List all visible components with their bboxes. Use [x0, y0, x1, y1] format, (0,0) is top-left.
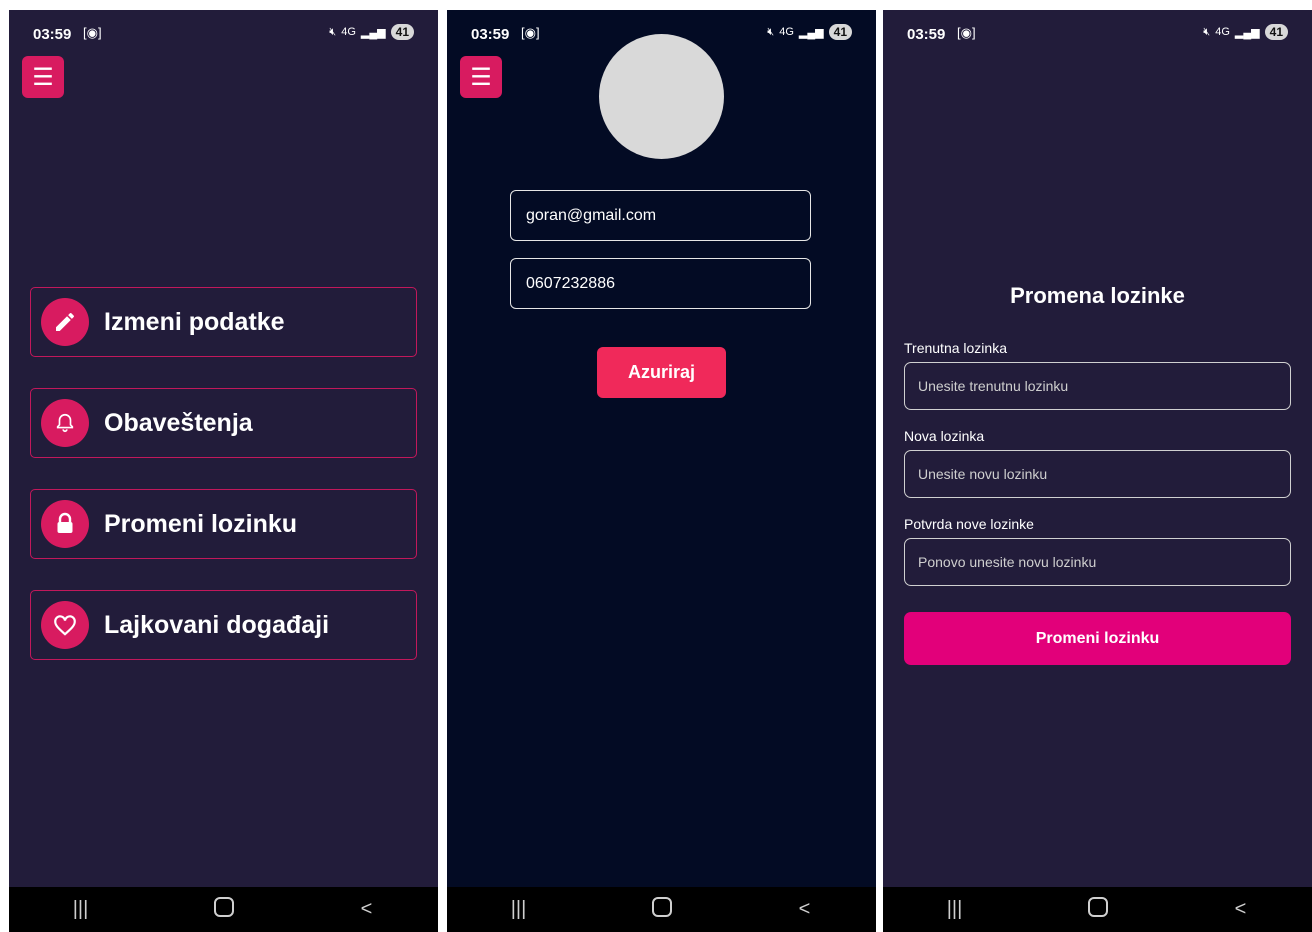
signal-bars-icon: ▂▄▆ — [1234, 26, 1260, 39]
profile-avatar[interactable] — [599, 34, 724, 159]
back-button[interactable]: < — [337, 898, 397, 921]
status-time: 03:59 — [33, 26, 72, 43]
menu-item-label: Izmeni podatke — [104, 307, 285, 336]
menu-item-change-password[interactable]: Promeni lozinku — [30, 489, 417, 559]
pencil-icon — [41, 298, 89, 346]
recents-button[interactable]: ||| — [489, 898, 549, 921]
status-icons: 🔇︎ 4G ▂▄▆ 41 — [767, 24, 852, 40]
signal-bars-icon: ▂▄▆ — [798, 26, 824, 39]
current-password-label: Trenutna lozinka — [904, 340, 1007, 356]
home-button[interactable] — [632, 896, 692, 923]
phone-screen-edit-profile: 03:59 [◉] 🔇︎ 4G ▂▄▆ 41 ☰ Azuriraj ||| < — [447, 10, 876, 932]
menu-item-edit-data[interactable]: Izmeni podatke — [30, 287, 417, 357]
hamburger-menu-button[interactable]: ☰ — [460, 56, 502, 98]
menu-item-liked-events[interactable]: Lajkovani događaji — [30, 590, 417, 660]
recents-button[interactable]: ||| — [51, 898, 111, 921]
hamburger-menu-button[interactable]: ☰ — [22, 56, 64, 98]
new-password-label: Nova lozinka — [904, 428, 985, 444]
menu-item-label: Promeni lozinku — [104, 509, 298, 538]
email-field[interactable] — [510, 190, 811, 241]
status-bar: 03:59 [◉] 🔇︎ 4G ▂▄▆ 41 — [33, 24, 414, 46]
phone-screen-menu: 03:59 [◉] 🔇︎ 4G ▂▄▆ 41 ☰ Izmeni podatke … — [9, 10, 438, 932]
status-icons: 🔇︎ 4G ▂▄▆ 41 — [329, 24, 414, 40]
confirm-password-label: Potvrda nove lozinke — [904, 516, 1034, 532]
screen-record-icon: [◉] — [957, 25, 976, 40]
current-password-field[interactable] — [904, 362, 1291, 410]
lock-icon — [41, 500, 89, 548]
new-password-field[interactable] — [904, 450, 1291, 498]
home-icon — [651, 896, 672, 917]
signal-bars-icon: ▂▄▆ — [360, 26, 386, 39]
battery-level: 41 — [390, 24, 414, 40]
status-bar: 03:59 [◉] 🔇︎ 4G ▂▄▆ 41 — [907, 24, 1288, 46]
signal-type: 4G — [779, 26, 794, 38]
signal-type: 4G — [341, 26, 356, 38]
bell-icon — [41, 399, 89, 447]
signal-type: 4G — [1215, 26, 1230, 38]
recents-button[interactable]: ||| — [925, 898, 985, 921]
heart-icon — [41, 601, 89, 649]
home-icon — [1087, 896, 1108, 917]
confirm-password-field[interactable] — [904, 538, 1291, 586]
mute-icon: 🔇︎ — [767, 25, 775, 38]
phone-field[interactable] — [510, 258, 811, 309]
update-button[interactable]: Azuriraj — [597, 347, 726, 398]
status-time: 03:59 — [471, 26, 510, 43]
system-nav-bar: ||| < — [9, 887, 438, 932]
home-button[interactable] — [194, 896, 254, 923]
status-time: 03:59 — [907, 26, 946, 43]
screen-record-icon: [◉] — [521, 25, 540, 40]
back-button[interactable]: < — [775, 898, 835, 921]
battery-level: 41 — [828, 24, 852, 40]
status-icons: 🔇︎ 4G ▂▄▆ 41 — [1203, 24, 1288, 40]
hamburger-icon: ☰ — [32, 63, 54, 91]
mute-icon: 🔇︎ — [1203, 25, 1211, 38]
back-button[interactable]: < — [1211, 898, 1271, 921]
hamburger-icon: ☰ — [470, 63, 492, 91]
system-nav-bar: ||| < — [447, 887, 876, 932]
battery-level: 41 — [1264, 24, 1288, 40]
phone-screen-change-password: 03:59 [◉] 🔇︎ 4G ▂▄▆ 41 Promena lozinke T… — [883, 10, 1312, 932]
menu-item-label: Obaveštenja — [104, 408, 253, 437]
menu-item-notifications[interactable]: Obaveštenja — [30, 388, 417, 458]
page-title: Promena lozinke — [1010, 283, 1185, 308]
home-icon — [213, 896, 234, 917]
screen-record-icon: [◉] — [83, 25, 102, 40]
system-nav-bar: ||| < — [883, 887, 1312, 932]
home-button[interactable] — [1068, 896, 1128, 923]
change-password-button[interactable]: Promeni lozinku — [904, 612, 1291, 665]
mute-icon: 🔇︎ — [329, 25, 337, 38]
menu-item-label: Lajkovani događaji — [104, 610, 330, 639]
